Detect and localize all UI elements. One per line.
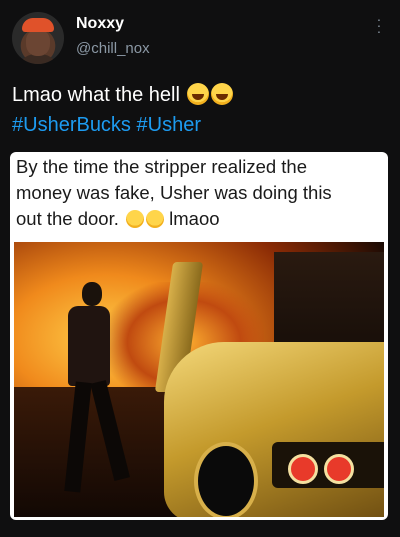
attached-image[interactable]: By the time the stripper realized the mo… bbox=[10, 152, 388, 520]
author-handle[interactable]: @chill_nox bbox=[76, 40, 150, 57]
more-options-icon[interactable]: · · · bbox=[376, 12, 382, 38]
meme-caption-line: By the time the stripper realized the bbox=[16, 156, 308, 177]
laughing-emoji-icon bbox=[211, 83, 234, 105]
meme-caption-line: money was fake, Usher was doing this bbox=[16, 182, 332, 203]
hashtag-usherbucks[interactable]: #UsherBucks bbox=[12, 114, 131, 136]
hashtag-usher[interactable]: #Usher bbox=[137, 114, 201, 136]
author-display-name[interactable]: Noxxy bbox=[76, 15, 124, 33]
laughing-emoji-icon bbox=[187, 83, 210, 105]
dancing-man-figure bbox=[54, 282, 130, 502]
meme-caption: By the time the stripper realized the mo… bbox=[16, 154, 382, 232]
meme-caption-suffix: lmaoo bbox=[169, 208, 220, 229]
avatar[interactable] bbox=[12, 12, 64, 64]
laughing-emoji-icon bbox=[126, 210, 145, 228]
car-wheel bbox=[194, 442, 258, 517]
meme-photo bbox=[14, 242, 384, 517]
tweet-text: Lmao what the hell bbox=[12, 84, 180, 106]
tweet-body: Lmao what the hell #UsherBucks #Usher bbox=[12, 80, 392, 140]
rofl-emoji-icon bbox=[146, 210, 165, 228]
meme-caption-line: out the door. bbox=[16, 208, 119, 229]
